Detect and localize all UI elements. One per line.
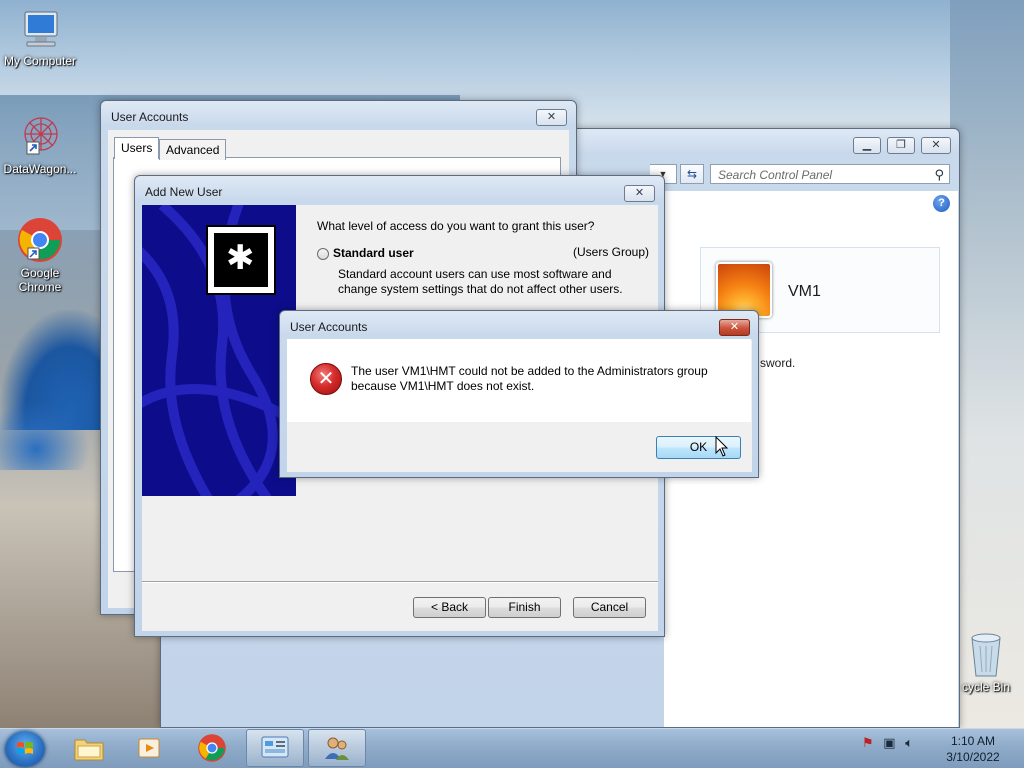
search-icon[interactable]: ⚲ bbox=[934, 167, 944, 183]
asterisk-icon: ✱ bbox=[226, 239, 255, 277]
back-button[interactable]: < Back bbox=[413, 597, 486, 618]
control-panel-icon bbox=[261, 736, 289, 758]
finish-button[interactable]: Finish bbox=[488, 597, 561, 618]
clock-time: 1:10 AM bbox=[950, 734, 996, 748]
taskbar-clock[interactable]: 1:10 AM 3/10/2022 bbox=[940, 733, 1006, 765]
divider bbox=[142, 581, 658, 583]
minimize-button[interactable]: ▁ bbox=[853, 137, 881, 154]
search-input[interactable]: Search Control Panel ⚲ bbox=[710, 164, 950, 184]
mouse-cursor-icon bbox=[715, 436, 729, 457]
close-button[interactable]: ✕ bbox=[536, 109, 567, 126]
recycle-bin-icon bbox=[971, 633, 1001, 677]
users-group-label: (Users Group) bbox=[573, 245, 650, 259]
error-icon: ✕ bbox=[310, 363, 342, 395]
error-message-line-2: because VM1\HMT does not exist. bbox=[351, 379, 535, 393]
taskbar-control-panel[interactable] bbox=[246, 729, 304, 767]
standard-user-label[interactable]: Standard user bbox=[333, 246, 414, 260]
wizard-logo: ✱ bbox=[206, 225, 276, 295]
user-name: VM1 bbox=[788, 283, 821, 300]
tab-advanced[interactable]: Advanced bbox=[159, 139, 227, 160]
chrome-icon bbox=[198, 734, 226, 762]
desktop-icon-label: Google Chrome bbox=[18, 266, 62, 294]
desktop-icon-my-computer[interactable]: My Computer bbox=[0, 10, 80, 68]
search-placeholder: Search Control Panel bbox=[718, 168, 833, 182]
cancel-button[interactable]: Cancel bbox=[573, 597, 646, 618]
password-link-text[interactable]: sword. bbox=[760, 356, 795, 370]
computer-icon bbox=[24, 11, 58, 47]
desktop-icon-label: My Computer bbox=[3, 54, 77, 68]
clock-date: 3/10/2022 bbox=[946, 750, 1000, 764]
taskbar-chrome[interactable] bbox=[184, 729, 240, 767]
close-button[interactable]: ✕ bbox=[921, 137, 951, 154]
system-tray: ⚑ ▣ 🔈︎ bbox=[862, 735, 913, 751]
maximize-button[interactable]: ❐ bbox=[887, 137, 915, 154]
windows-logo-icon bbox=[17, 742, 33, 754]
chrome-icon bbox=[18, 218, 62, 262]
close-button[interactable]: ✕ bbox=[624, 185, 655, 202]
window-title: User Accounts bbox=[111, 110, 189, 124]
dialog-title: User Accounts bbox=[290, 320, 368, 334]
tab-users[interactable]: Users bbox=[114, 137, 160, 159]
help-icon[interactable]: ? bbox=[933, 195, 950, 212]
refresh-icon[interactable]: ⇆ bbox=[680, 164, 704, 184]
desktop-icon-google-chrome[interactable]: Google Chrome bbox=[0, 216, 80, 294]
folder-icon bbox=[74, 739, 104, 761]
error-message-line-1: The user VM1\HMT could not be added to t… bbox=[351, 364, 708, 378]
desktop-icon-datawagon[interactable]: DataWagon... bbox=[0, 112, 80, 176]
standard-user-radio[interactable] bbox=[317, 248, 329, 260]
network-icon[interactable]: ▣ bbox=[883, 735, 895, 750]
window-title: Add New User bbox=[145, 185, 223, 199]
volume-icon[interactable]: 🔈︎ bbox=[905, 735, 913, 750]
datawagon-icon bbox=[24, 117, 58, 155]
taskbar-explorer[interactable] bbox=[61, 729, 117, 767]
media-player-icon bbox=[138, 738, 160, 758]
users-icon bbox=[325, 737, 349, 760]
standard-user-description: Standard account users can use most soft… bbox=[338, 267, 623, 296]
desktop-icon-label: cycle Bin bbox=[961, 680, 1011, 694]
taskbar-user-accounts[interactable] bbox=[308, 729, 366, 767]
access-question: What level of access do you want to gran… bbox=[317, 219, 595, 233]
start-button[interactable] bbox=[5, 731, 45, 767]
close-button[interactable]: ✕ bbox=[719, 319, 750, 336]
blue-dome-2 bbox=[0, 400, 90, 470]
hillside bbox=[950, 0, 1024, 728]
taskbar-media-player[interactable] bbox=[122, 729, 178, 767]
desktop-icon-label: DataWagon... bbox=[3, 162, 77, 176]
error-message: The user VM1\HMT could not be added to t… bbox=[351, 364, 741, 394]
action-center-flag-icon[interactable]: ⚑ bbox=[862, 735, 874, 750]
